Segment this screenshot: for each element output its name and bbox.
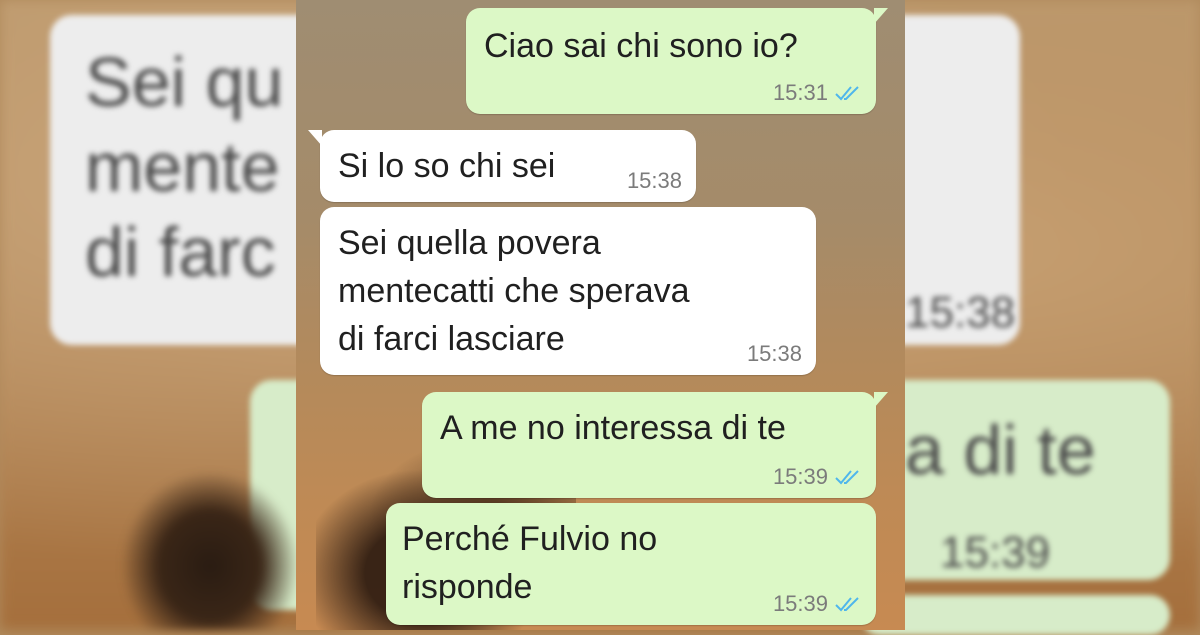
double-check-read-icon: [835, 86, 859, 101]
message-time: 15:38: [746, 341, 802, 366]
blurred-text-left: Sei qu mente di farc: [85, 43, 284, 291]
message-meta: 15:38: [627, 168, 682, 194]
message-text: Si lo so chi sei: [338, 147, 556, 185]
message-bubble-incoming[interactable]: Sei quella povera mentecatti che sperava…: [320, 207, 816, 375]
blurred-bubble-right-green-bottom: [860, 595, 1170, 635]
message-time: 15:38: [626, 168, 682, 193]
blurred-tree: [120, 470, 300, 630]
message-bubble-outgoing[interactable]: Ciao sai chi sono io? 15:31: [466, 8, 888, 114]
message-meta: 15:31: [773, 80, 862, 106]
message-time: 15:39: [772, 464, 828, 489]
message-bubble-outgoing[interactable]: A me no interessa di te 15:39: [422, 392, 888, 498]
message-meta: 15:39: [773, 591, 862, 617]
message-text: Perché Fulvio no risponde: [402, 520, 658, 606]
blurred-time-right: 15:38: [905, 288, 1016, 337]
message-text: A me no interessa di te: [440, 409, 786, 447]
message-text: Sei quella povera mentecatti che sperava…: [338, 224, 690, 358]
message-bubble-incoming[interactable]: Si lo so chi sei 15:38: [308, 130, 696, 202]
message-time: 15:39: [772, 591, 828, 616]
double-check-read-icon: [835, 597, 859, 612]
chat-screen: Ciao sai chi sono io? 15:31 Si lo so chi…: [296, 0, 905, 630]
message-meta: 15:38: [747, 341, 802, 367]
message-bubble-outgoing[interactable]: Perché Fulvio no risponde 15:39: [386, 503, 876, 625]
message-time: 15:31: [772, 80, 828, 105]
blurred-text-right: a di te: [905, 411, 1096, 489]
message-meta: 15:39: [773, 464, 862, 490]
double-check-read-icon: [835, 470, 859, 485]
message-text: Ciao sai chi sono io?: [484, 27, 798, 65]
blurred-time-right-2: 15:39: [940, 528, 1051, 577]
